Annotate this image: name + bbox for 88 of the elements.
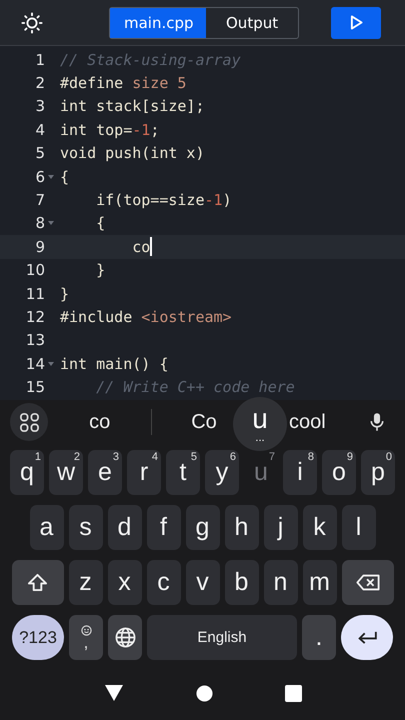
symbols-key[interactable]: ?123 <box>12 615 64 660</box>
shift-key[interactable] <box>12 560 64 605</box>
line-number: 4 <box>35 120 45 139</box>
line-number: 12 <box>26 308 45 326</box>
code-line: } <box>95 261 106 280</box>
key[interactable]: s <box>68 505 102 550</box>
code-line: { <box>60 168 70 186</box>
line-number: 2 <box>35 74 45 92</box>
code-line: // Write C++ code here <box>95 378 295 396</box>
play-icon <box>350 15 362 30</box>
key[interactable]: h <box>224 505 258 550</box>
backspace-icon <box>356 574 380 591</box>
line-number: 1 <box>35 50 45 69</box>
key[interactable]: x <box>108 560 142 605</box>
key[interactable]: z <box>68 560 102 605</box>
home-icon[interactable] <box>196 684 212 702</box>
key-hint: 9 <box>346 451 353 463</box>
key[interactable]: i 8 <box>283 450 317 495</box>
fold-icon[interactable] <box>48 174 54 179</box>
line-number: 14 <box>26 354 45 373</box>
line-number: 13 <box>26 331 45 350</box>
key-hint: 0 <box>386 451 392 463</box>
key-hint: 4 <box>152 451 158 463</box>
code-line: int stack[size]; <box>60 97 204 116</box>
key[interactable]: g <box>186 505 220 550</box>
text-cursor <box>150 237 152 256</box>
key-hint: 5 <box>190 451 197 463</box>
code-line: int main() { <box>60 354 168 373</box>
period-key[interactable]: . <box>302 615 336 660</box>
fold-icon[interactable] <box>48 362 54 366</box>
code-line: #include <iostream> <box>60 308 232 326</box>
key[interactable]: c <box>146 560 180 605</box>
key[interactable]: f <box>146 505 180 550</box>
recents-icon[interactable] <box>284 684 302 702</box>
key[interactable]: d <box>108 505 142 550</box>
key-hint: 6 <box>230 451 236 463</box>
key[interactable]: b <box>224 560 258 605</box>
key-hint: 7 <box>268 451 275 463</box>
brightness-icon[interactable] <box>21 12 43 34</box>
key-hint: 8 <box>308 451 314 463</box>
line-number: 10 <box>26 261 45 280</box>
run-button[interactable] <box>331 6 381 38</box>
language-key[interactable] <box>108 615 142 660</box>
backspace-key[interactable] <box>342 560 394 605</box>
code-editor[interactable]: 1 // Stack-using-array 2 #define size 5 3 int stack[size]; 4 int top=-1; 5 void push(int x) 6 { 7 if(top==size-1) 8 { 9 co 10 } 11 } 12 #include <iostream> 13 14 int main() { 15 // Write C++ code here <box>0 46 405 400</box>
code-line: void push(int x) <box>60 144 204 162</box>
key-preview-letter: u <box>252 405 268 433</box>
line-number: 8 <box>35 214 45 232</box>
code-line: // Stack-using-array <box>60 50 241 69</box>
key-hint: 1 <box>34 451 41 463</box>
code-line: #define size 5 <box>60 74 186 92</box>
space-bar[interactable]: English <box>147 615 297 660</box>
grid-icon <box>20 412 38 432</box>
enter-icon <box>356 631 378 644</box>
code-line: int top=-1; <box>60 120 160 139</box>
smiley-icon <box>80 625 92 636</box>
code-line: if(top==size-1) <box>95 191 232 210</box>
key[interactable]: a <box>30 505 64 550</box>
line-number: 11 <box>26 284 45 303</box>
suggestion[interactable]: co <box>48 410 152 434</box>
key-hint: 3 <box>112 451 119 463</box>
line-number: 7 <box>35 191 45 210</box>
line-number: 5 <box>35 144 45 162</box>
key[interactable]: n <box>264 560 298 605</box>
emoji-comma-key[interactable]: , <box>69 615 103 660</box>
key-hint: 2 <box>74 451 80 463</box>
key[interactable]: l <box>342 505 376 550</box>
key[interactable]: v <box>186 560 220 605</box>
shift-icon <box>27 573 48 592</box>
tab[interactable]: main.cpp <box>110 8 206 38</box>
code-line: { <box>95 214 106 232</box>
line-number: 15 <box>26 378 45 396</box>
apps-button[interactable] <box>10 403 48 441</box>
back-icon[interactable] <box>104 684 124 702</box>
code-line: } <box>60 284 70 303</box>
microphone-icon <box>370 412 384 432</box>
key[interactable]: k <box>302 505 336 550</box>
line-number: 6 <box>35 168 45 186</box>
fold-icon[interactable] <box>48 221 54 226</box>
enter-key[interactable] <box>341 615 393 660</box>
key[interactable]: m <box>302 560 336 605</box>
tab[interactable]: Output <box>206 8 298 38</box>
key[interactable]: j <box>264 505 298 550</box>
line-number: 9 <box>35 238 45 256</box>
globe-icon <box>114 627 136 648</box>
line-number: 3 <box>35 97 45 116</box>
more-dots: ... <box>255 433 265 443</box>
code-line: co <box>131 238 150 256</box>
